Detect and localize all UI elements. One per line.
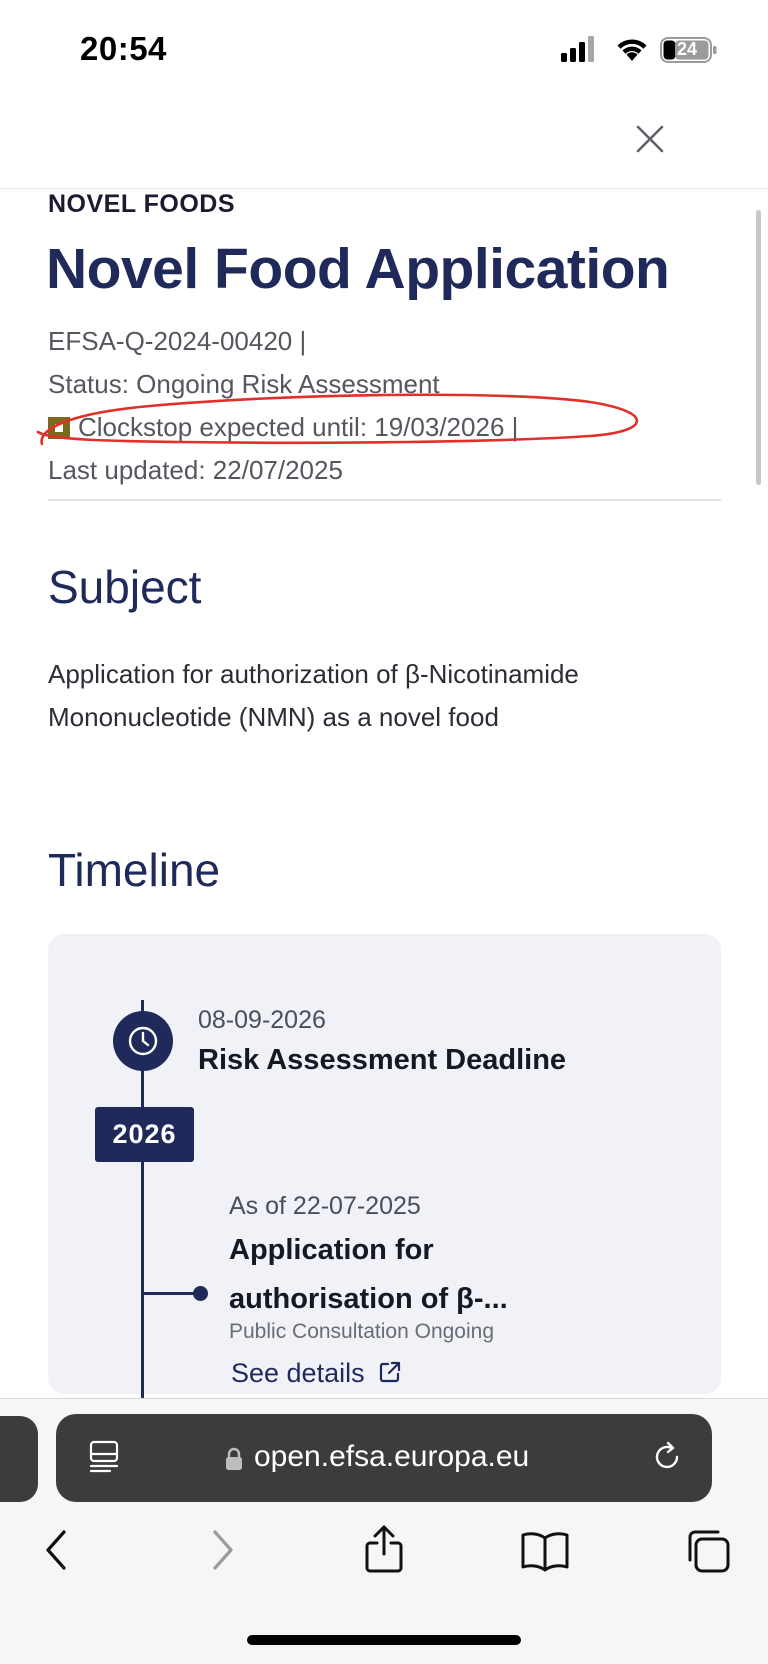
category-kicker: NOVEL FOODS [48, 190, 236, 218]
scrollbar[interactable] [756, 210, 761, 485]
page-title: Novel Food Application [46, 237, 670, 301]
status-bar: 20:54 24 [0, 0, 768, 100]
subject-text: Application for authorization of β-Nicot… [48, 659, 579, 732]
year-badge: 2026 [95, 1107, 194, 1162]
forward-icon[interactable] [205, 1528, 239, 1572]
home-indicator[interactable] [247, 1635, 521, 1645]
event-title: Application for authorisation of β-... [229, 1234, 508, 1315]
see-details-link[interactable]: See details [231, 1358, 402, 1389]
status-text: Status: Ongoing Risk Assessment [48, 369, 440, 399]
timeline-dot [193, 1286, 208, 1301]
reader-mode-icon[interactable] [88, 1440, 120, 1474]
event-title: Risk Assessment Deadline [198, 1044, 567, 1076]
clockstop-square-icon [48, 417, 70, 439]
wifi-icon [617, 39, 647, 61]
timeline-heading: Timeline [48, 844, 221, 896]
event-date: 08-09-2026 [198, 1006, 326, 1034]
timeline-clock-marker [113, 1011, 173, 1071]
status-time: 20:54 [80, 30, 167, 67]
event-subtitle: Public Consultation Ongoing [229, 1320, 495, 1343]
share-icon[interactable] [362, 1524, 406, 1574]
clockstop-label: Clockstop expected until: 19/03/2026 | [78, 412, 519, 442]
header-divider [48, 499, 721, 501]
subject-heading: Subject [48, 561, 202, 613]
lock-icon [226, 1447, 242, 1470]
reload-icon[interactable] [650, 1440, 684, 1474]
clockstop-text: Clockstop expected until: 19/03/2026 | [48, 412, 518, 443]
cellular-signal-icon [561, 36, 594, 62]
back-icon[interactable] [40, 1528, 74, 1572]
url-text[interactable]: open.efsa.europa.eu [254, 1440, 529, 1474]
reference-number: EFSA-Q-2024-00420 | [48, 326, 307, 356]
previous-tab-preview[interactable] [0, 1416, 38, 1502]
event-date: As of 22-07-2025 [229, 1192, 421, 1220]
see-details-label: See details [231, 1358, 365, 1388]
bookmarks-icon[interactable] [520, 1530, 570, 1572]
clock-icon [128, 1026, 158, 1056]
timeline-branch [143, 1292, 198, 1295]
last-updated-text: Last updated: 22/07/2025 [48, 455, 343, 485]
tabs-icon[interactable] [686, 1528, 732, 1574]
close-icon[interactable] [633, 122, 667, 156]
external-link-icon [380, 1361, 401, 1382]
battery-level: 24 [676, 39, 698, 59]
